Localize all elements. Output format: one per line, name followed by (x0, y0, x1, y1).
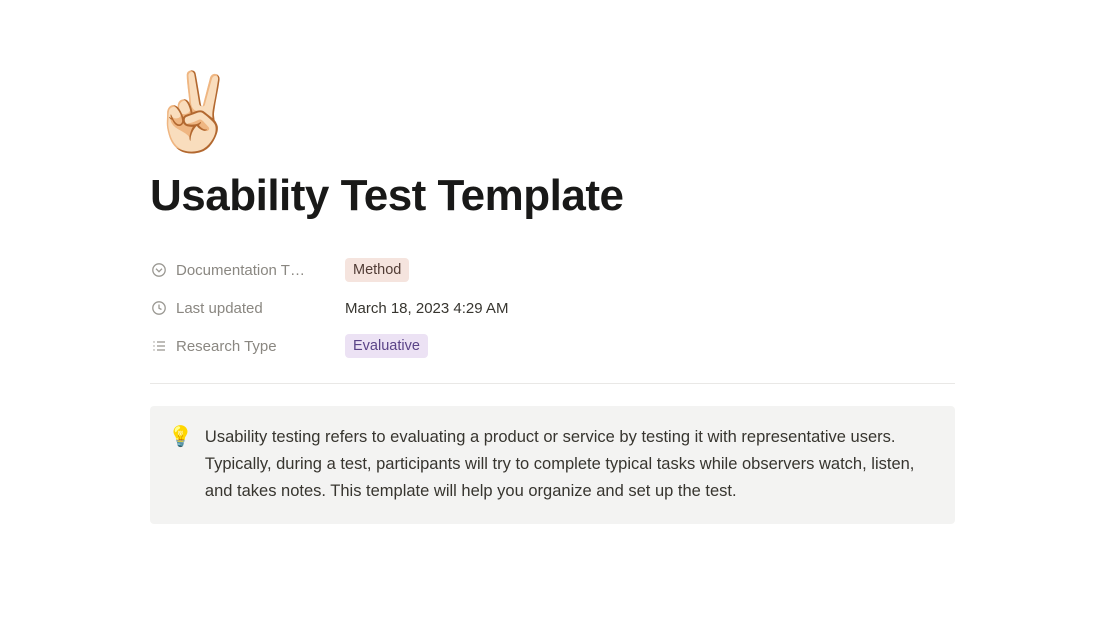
page-container: ✌🏻 Usability Test Template Documentation… (0, 0, 1100, 524)
property-row-research-type[interactable]: Research Type Evaluative (150, 327, 955, 365)
select-icon (150, 261, 168, 279)
lightbulb-icon: 💡 (168, 424, 193, 506)
multi-select-icon (150, 337, 168, 355)
property-label: Documentation T… (150, 261, 345, 279)
property-row-last-updated[interactable]: Last updated March 18, 2023 4:29 AM (150, 289, 955, 327)
page-icon[interactable]: ✌🏻 (146, 75, 955, 151)
property-label-text: Last updated (176, 300, 263, 317)
property-label: Research Type (150, 337, 345, 355)
property-label: Last updated (150, 299, 345, 317)
page-title[interactable]: Usability Test Template (150, 171, 955, 221)
properties-table: Documentation T… Method Last updated Mar… (150, 251, 955, 365)
property-label-text: Research Type (176, 338, 277, 355)
property-value[interactable]: March 18, 2023 4:29 AM (345, 300, 508, 317)
callout-block[interactable]: 💡 Usability testing refers to evaluating… (150, 406, 955, 524)
tag-method: Method (345, 258, 409, 282)
clock-icon (150, 299, 168, 317)
property-value[interactable]: Evaluative (345, 334, 428, 358)
tag-evaluative: Evaluative (345, 334, 428, 358)
property-row-documentation-type[interactable]: Documentation T… Method (150, 251, 955, 289)
property-value[interactable]: Method (345, 258, 409, 282)
divider (150, 383, 955, 384)
callout-text: Usability testing refers to evaluating a… (205, 424, 933, 506)
property-label-text: Documentation T… (176, 262, 305, 279)
